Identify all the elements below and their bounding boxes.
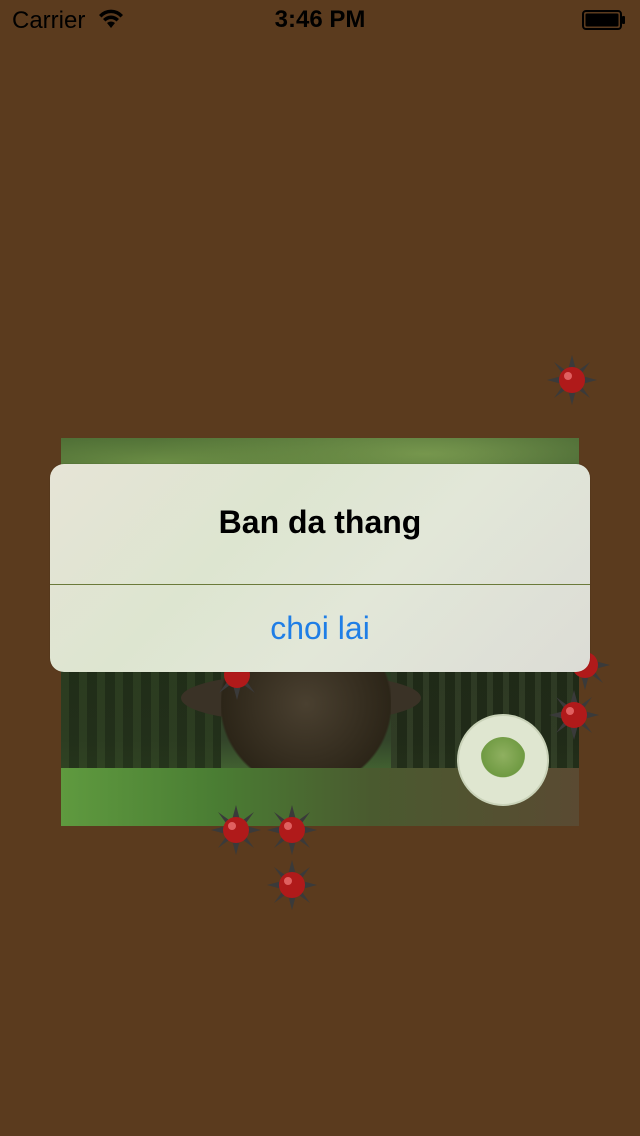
play-again-button[interactable]: choi lai (50, 585, 590, 672)
alert-title: Ban da thang (218, 504, 422, 540)
tree-logo-icon (480, 737, 526, 783)
spiky-mine-icon[interactable] (211, 805, 261, 855)
tree-logo-badge (457, 714, 549, 806)
spiky-mine-icon[interactable] (547, 355, 597, 405)
spiky-mine-icon[interactable] (267, 860, 317, 910)
spiky-mine-icon[interactable] (549, 690, 599, 740)
status-bar: Carrier 3:46 PM (0, 0, 640, 40)
background-trees-left (61, 658, 221, 778)
status-time: 3:46 PM (274, 6, 366, 33)
spiky-mine-icon[interactable] (267, 805, 317, 855)
battery-icon (582, 10, 625, 30)
win-alert-dialog: Ban da thang choi lai (50, 464, 590, 672)
